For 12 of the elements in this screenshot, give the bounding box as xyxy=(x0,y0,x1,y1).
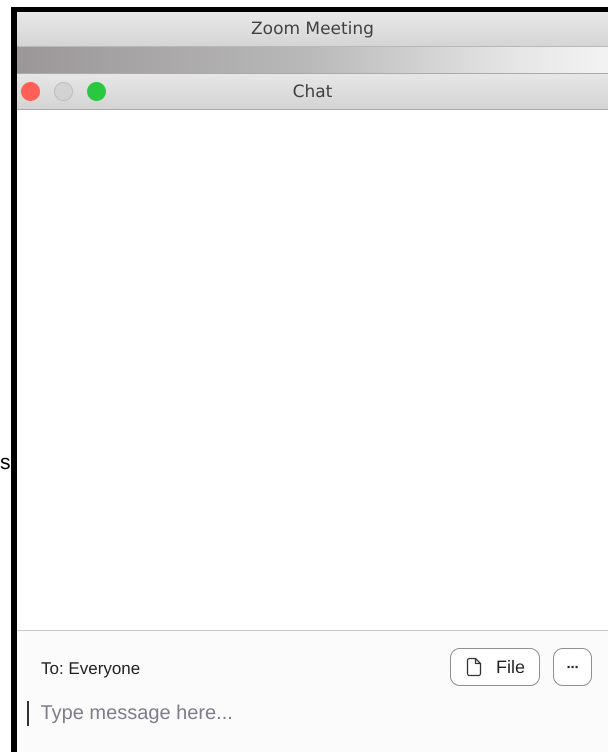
recipient-selector[interactable]: To: Everyone xyxy=(41,659,140,679)
document-icon xyxy=(466,657,482,677)
side-text: s xyxy=(0,450,11,476)
minimize-button[interactable] xyxy=(54,82,73,101)
zoom-button[interactable] xyxy=(87,82,106,101)
window-title: Zoom Meeting xyxy=(17,12,608,47)
close-button[interactable] xyxy=(21,82,40,101)
file-button[interactable]: File xyxy=(450,648,540,686)
more-button[interactable]: ··· xyxy=(553,648,592,686)
message-input[interactable]: Type message here... xyxy=(40,702,440,725)
text-cursor xyxy=(27,701,28,726)
chat-title: Chat xyxy=(292,82,332,102)
